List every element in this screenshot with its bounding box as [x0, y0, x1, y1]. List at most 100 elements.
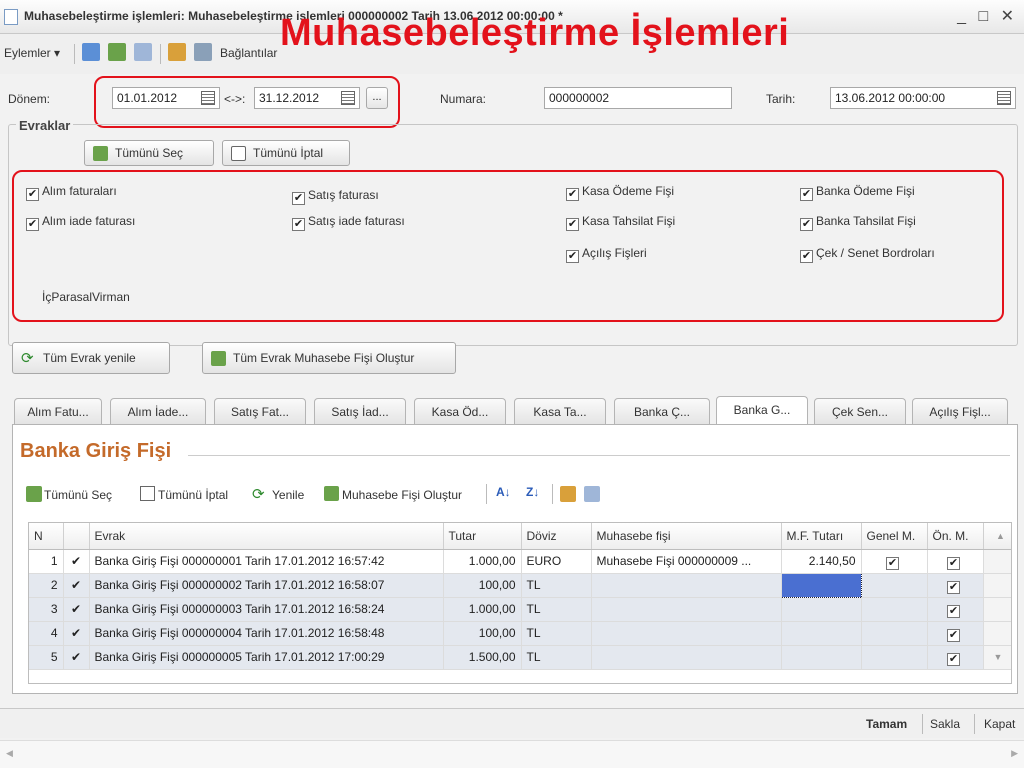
row-entry-amount-selected[interactable]	[780, 572, 862, 598]
row-accounting-entry[interactable]	[591, 645, 782, 670]
checkbox-cash-payment[interactable]: ✔ Kasa Ödeme Fişi	[566, 184, 674, 201]
col-header-amount[interactable]: Tutar	[443, 523, 522, 550]
col-header-entry-amount[interactable]: M.F. Tutarı	[781, 523, 862, 550]
tab-bank-receipt[interactable]: Banka G...	[716, 396, 808, 424]
report-icon[interactable]	[560, 486, 576, 502]
checkbox[interactable]: ✔	[800, 250, 813, 263]
checkbox-opening-entries[interactable]: ✔ Açılış Fişleri	[566, 246, 647, 263]
tab-sales-invoices[interactable]: Satış Fat...	[214, 398, 306, 424]
refresh-all-button[interactable]: ⟳ Tüm Evrak yenile	[12, 342, 170, 374]
scrollbar-track[interactable]	[983, 573, 1011, 598]
tab-sales-returns[interactable]: Satış İad...	[314, 398, 406, 424]
date-input[interactable]: 13.06.2012 00:00:00	[830, 87, 1016, 109]
row-document[interactable]: Banka Giriş Fişi 000000004 Tarih 17.01.2…	[89, 621, 444, 646]
preliminary-checkbox[interactable]: ✔	[947, 652, 960, 666]
actions-menu[interactable]: Eylemler ▾	[4, 46, 60, 60]
save-button[interactable]: Sakla	[930, 717, 960, 731]
checkbox-bank-receipt[interactable]: ✔ Banka Tahsilat Fişi	[800, 214, 916, 231]
table-row[interactable]: 5 ✔ Banka Giriş Fişi 000000005 Tarih 17.…	[29, 645, 1011, 670]
ok-button[interactable]: Tamam	[866, 717, 907, 731]
general-cell[interactable]	[861, 645, 928, 670]
checkbox[interactable]: ✔	[292, 218, 305, 231]
checkbox-bank-payment[interactable]: ✔ Banka Ödeme Fişi	[800, 184, 915, 201]
report-icon[interactable]	[168, 43, 186, 61]
post-icon[interactable]	[82, 43, 100, 61]
general-cell[interactable]	[861, 573, 928, 598]
pane-refresh[interactable]: Yenile	[272, 488, 304, 502]
checkbox[interactable]: ✔	[292, 192, 305, 205]
calendar-icon[interactable]	[997, 91, 1011, 105]
checkbox[interactable]: ✔	[566, 250, 579, 263]
refresh-icon[interactable]: ⟳	[252, 485, 265, 503]
copy-icon[interactable]	[584, 486, 600, 502]
sort-desc-icon[interactable]: Z↓	[526, 485, 539, 499]
window-controls[interactable]: _ □ ✕	[957, 6, 1018, 26]
calendar-icon[interactable]	[341, 91, 355, 105]
checkbox[interactable]: ✔	[800, 188, 813, 201]
checkbox-purchase-returns[interactable]: ✔ Alım iade faturası	[26, 214, 135, 231]
row-document[interactable]: Banka Giriş Fişi 000000003 Tarih 17.01.2…	[89, 597, 444, 622]
checkbox[interactable]: ✔	[26, 218, 39, 231]
tab-bank-payment[interactable]: Banka Ç...	[614, 398, 710, 424]
col-header-n[interactable]: N	[29, 523, 64, 550]
col-header-preliminary[interactable]: Ön. M.	[927, 523, 984, 550]
scrollbar-track[interactable]	[983, 549, 1011, 574]
row-document[interactable]: Banka Giriş Fişi 000000001 Tarih 17.01.2…	[89, 549, 444, 574]
row-accounting-entry[interactable]	[591, 621, 782, 646]
checkbox[interactable]: ✔	[566, 188, 579, 201]
tab-purchase-invoices[interactable]: Alım Fatu...	[14, 398, 102, 424]
uncheck-all-icon[interactable]	[140, 486, 155, 501]
preliminary-checkbox[interactable]: ✔	[947, 628, 960, 642]
row-accounting-entry[interactable]	[591, 597, 782, 622]
cancel-all-button[interactable]: Tümünü İptal	[222, 140, 350, 166]
table-row[interactable]: 4 ✔ Banka Giriş Fişi 000000004 Tarih 17.…	[29, 621, 1011, 646]
scrollbar-track[interactable]	[983, 597, 1011, 622]
checkbox-check-bill-lists[interactable]: ✔ Çek / Senet Bordroları	[800, 246, 935, 263]
general-cell[interactable]	[861, 621, 928, 646]
tab-purchase-returns[interactable]: Alım İade...	[110, 398, 206, 424]
checkbox-purchase-invoices[interactable]: ✔ Alım faturaları	[26, 184, 117, 201]
horizontal-scrollbar[interactable]: ◀ ▶	[0, 740, 1024, 768]
row-document[interactable]: Banka Giriş Fişi 000000005 Tarih 17.01.2…	[89, 645, 444, 670]
checkbox[interactable]: ✔	[566, 218, 579, 231]
scroll-right-icon[interactable]: ▶	[1011, 748, 1018, 759]
copy-icon[interactable]	[134, 43, 152, 61]
close-button[interactable]: Kapat	[984, 717, 1015, 731]
date-to-input[interactable]: 31.12.2012	[254, 87, 360, 109]
save-icon[interactable]	[194, 43, 212, 61]
scroll-left-icon[interactable]: ◀	[6, 748, 13, 759]
col-header-accounting-entry[interactable]: Muhasebe fişi	[591, 523, 782, 550]
scrollbar-track[interactable]	[983, 621, 1011, 646]
table-row[interactable]: 3 ✔ Banka Giriş Fişi 000000003 Tarih 17.…	[29, 597, 1011, 622]
sort-asc-icon[interactable]: A↓	[496, 485, 511, 499]
row-accounting-entry[interactable]	[591, 573, 782, 598]
col-header-currency[interactable]: Döviz	[521, 523, 592, 550]
checkbox[interactable]: ✔	[26, 188, 39, 201]
tab-cash-receipt[interactable]: Kasa Ta...	[514, 398, 606, 424]
table-row[interactable]: 1 ✔ Banka Giriş Fişi 000000001 Tarih 17.…	[29, 549, 1011, 574]
col-header-document[interactable]: Evrak	[89, 523, 444, 550]
tab-checks-bills[interactable]: Çek Sen...	[814, 398, 906, 424]
row-document[interactable]: Banka Giriş Fişi 000000002 Tarih 17.01.2…	[89, 573, 444, 598]
checkbox-cash-receipt[interactable]: ✔ Kasa Tahsilat Fişi	[566, 214, 675, 231]
checkbox[interactable]: ✔	[800, 218, 813, 231]
period-select-button[interactable]: ...	[366, 87, 388, 109]
pane-select-all[interactable]: Tümünü Seç	[44, 488, 112, 502]
date-from-input[interactable]: 01.01.2012	[112, 87, 220, 109]
tab-cash-payment[interactable]: Kasa Öd...	[414, 398, 506, 424]
general-checkbox[interactable]: ✔	[886, 556, 899, 570]
pane-cancel-all[interactable]: Tümünü İptal	[158, 488, 228, 502]
row-accounting-entry[interactable]: Muhasebe Fişi 000000009 ...	[591, 549, 782, 574]
general-cell[interactable]	[861, 597, 928, 622]
number-input[interactable]: 000000002	[544, 87, 732, 109]
create-all-button[interactable]: Tüm Evrak Muhasebe Fişi Oluştur	[202, 342, 456, 374]
scroll-down-icon[interactable]: ▼	[983, 645, 1011, 670]
calendar-icon[interactable]	[201, 91, 215, 105]
check-all-icon[interactable]	[26, 486, 42, 502]
col-header-mark[interactable]	[63, 523, 90, 550]
refresh-icon[interactable]	[108, 43, 126, 61]
table-row[interactable]: 2 ✔ Banka Giriş Fişi 000000002 Tarih 17.…	[29, 572, 1011, 598]
links-menu[interactable]: Bağlantılar	[220, 46, 277, 60]
checkbox-sales-returns[interactable]: ✔ Satış iade faturası	[292, 214, 405, 231]
scroll-up-icon[interactable]: ▲	[983, 523, 1011, 550]
